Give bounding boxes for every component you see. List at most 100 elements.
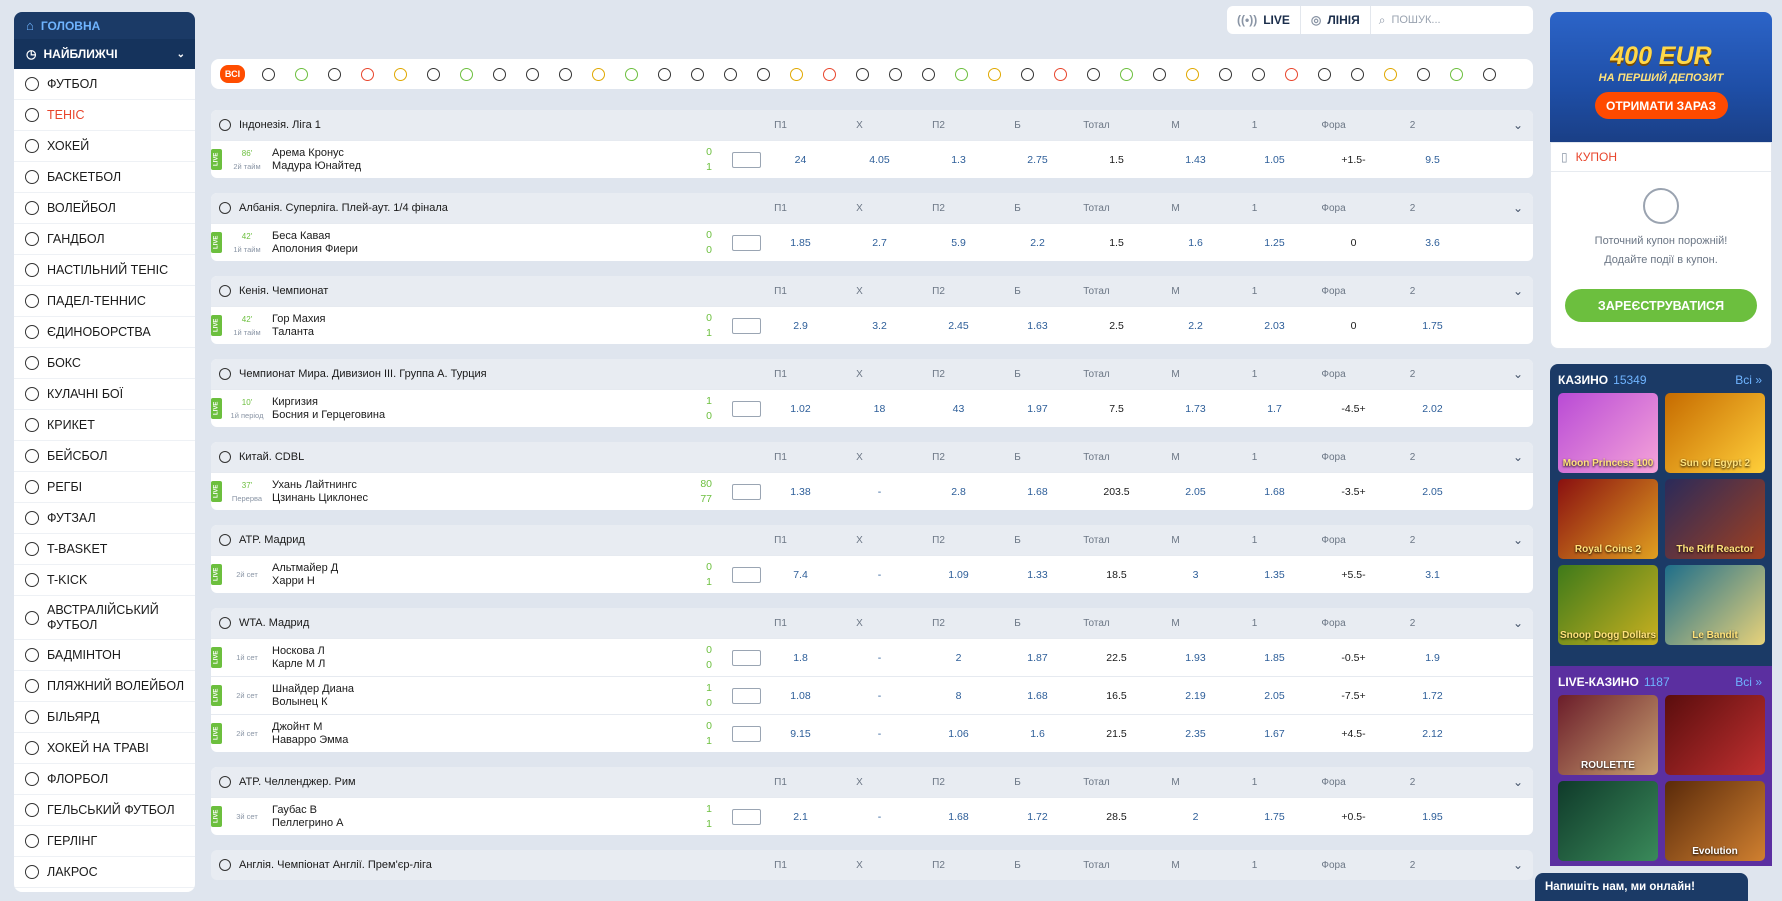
stats-icon[interactable] (732, 483, 761, 500)
stats-icon[interactable] (732, 687, 761, 704)
odd-button[interactable]: 1.95 (1393, 811, 1472, 823)
league-header[interactable]: Албанія. Суперліга. Плей-аут. 1/4 фінала… (211, 193, 1533, 223)
league-header[interactable]: ATP. Мадрид П1 X П2 Б Тотал М 1 Фора 2 ⌄ (211, 525, 1533, 555)
odd-button[interactable]: - (840, 690, 919, 702)
odd-button[interactable]: 1.87 (998, 652, 1077, 664)
odd-button[interactable]: 2.05 (1235, 690, 1314, 702)
odd-button[interactable]: 1.68 (919, 811, 998, 823)
casino-game-tile[interactable]: Moon Princess 100 (1558, 393, 1658, 473)
odd-button[interactable]: 2.05 (1393, 486, 1472, 498)
casino-game-tile[interactable]: Royal Coins 2 (1558, 479, 1658, 559)
event-row[interactable]: LIVE 86' 2й тайм Арема Кронус Мадура Юнайтед… (211, 140, 1533, 178)
sport-filter-icon[interactable] (483, 59, 516, 89)
odd-button[interactable]: 2 (1156, 811, 1235, 823)
odd-button[interactable]: 1.72 (1393, 690, 1472, 702)
odd-button[interactable]: 1.85 (1235, 652, 1314, 664)
odd-button[interactable]: 1.63 (998, 320, 1077, 332)
sidebar-item[interactable]: T-KICK (14, 565, 195, 596)
odd-button[interactable]: 1.6 (998, 728, 1077, 740)
odd-button[interactable]: 1.02 (761, 403, 840, 415)
chevron-down-icon[interactable]: ⌄ (1503, 616, 1533, 630)
odd-button[interactable]: 2.8 (919, 486, 998, 498)
sport-filter-icon[interactable] (582, 59, 615, 89)
odd-button[interactable]: 1.85 (761, 237, 840, 249)
stats-icon[interactable] (732, 725, 761, 742)
sidebar-item[interactable]: ГЕЛЬСЬКИЙ ФУТБОЛ (14, 795, 195, 826)
live-casino-tile[interactable]: Evolution (1665, 781, 1765, 861)
sport-filter-icon[interactable] (1044, 59, 1077, 89)
sidebar-item[interactable]: НАСТІЛЬНИЙ ТЕНІС (14, 255, 195, 286)
odd-button[interactable]: 2.2 (998, 237, 1077, 249)
event-row[interactable]: LIVE 37' Перерва Ухань Лайтнингс Цзинань Цик… (211, 472, 1533, 510)
sport-filter-icon[interactable] (714, 59, 747, 89)
odd-button[interactable]: 3.6 (1393, 237, 1472, 249)
sidebar-item[interactable]: ЄДИНОБОРСТВА (14, 317, 195, 348)
event-teams[interactable]: Киргизия Босния и Герцеговина (272, 396, 692, 422)
odd-button[interactable]: 2.05 (1156, 486, 1235, 498)
league-header[interactable]: Китай. CDBL П1 X П2 Б Тотал М 1 Фора 2 ⌄ (211, 442, 1533, 472)
league-header[interactable]: Англія. Чемпіонат Англії. Прем'єр-ліга П1… (211, 850, 1533, 880)
league-header[interactable]: Чемпионат Мира. Дивизион III. Группа А. … (211, 359, 1533, 389)
event-teams[interactable]: Джойнт М Наварро Эмма (272, 721, 692, 747)
sidebar-item[interactable]: ФУТЗАЛ (14, 503, 195, 534)
odd-button[interactable]: 18 (840, 403, 919, 415)
casino-game-tile[interactable]: Le Bandit (1665, 565, 1765, 645)
event-teams[interactable]: Альтмайер Д Харри Н (272, 562, 692, 588)
odd-button[interactable]: 1.25 (1235, 237, 1314, 249)
odd-button[interactable]: 2 (919, 652, 998, 664)
odd-button[interactable]: 1.9 (1393, 652, 1472, 664)
event-row[interactable]: LIVE 42' 1й тайм Гор Махия Таланта 0 1 2.9 3.2 2.… (211, 306, 1533, 344)
stats-icon[interactable] (732, 649, 761, 666)
odd-button[interactable]: 1.67 (1235, 728, 1314, 740)
odd-button[interactable]: 1.68 (998, 486, 1077, 498)
odd-button[interactable]: 5.9 (919, 237, 998, 249)
line-button[interactable]: ◎ ЛІНІЯ (1301, 6, 1371, 34)
event-row[interactable]: LIVE 2й сет Шнайдер Диана Волынец К 1 0 1.08-8… (211, 676, 1533, 714)
casino-all-link[interactable]: Всі » (1735, 373, 1762, 387)
odd-button[interactable]: 1.8 (761, 652, 840, 664)
sport-filter-icon[interactable] (681, 59, 714, 89)
chevron-down-icon[interactable]: ⌄ (1503, 533, 1533, 547)
odd-button[interactable]: 1.38 (761, 486, 840, 498)
event-teams[interactable]: Гор Махия Таланта (272, 313, 692, 339)
sidebar-item[interactable]: ПАДЕЛ-ТЕННИС (14, 286, 195, 317)
sport-filter-icon[interactable] (879, 59, 912, 89)
odd-button[interactable]: 3 (1156, 569, 1235, 581)
sidebar-item[interactable]: БОКС (14, 348, 195, 379)
sport-filter-icon[interactable] (1209, 59, 1242, 89)
chevron-down-icon[interactable]: ⌄ (1503, 367, 1533, 381)
sidebar-item[interactable]: БІЛЬЯРД (14, 702, 195, 733)
sport-filter-icon[interactable] (1308, 59, 1341, 89)
sport-filter-icon[interactable] (912, 59, 945, 89)
odd-button[interactable]: 1.43 (1156, 154, 1235, 166)
odd-button[interactable]: 4.05 (840, 154, 919, 166)
chevron-down-icon[interactable]: ⌄ (1503, 201, 1533, 215)
sport-filter-icon[interactable] (1440, 59, 1473, 89)
sport-filter-icon[interactable] (384, 59, 417, 89)
odd-button[interactable]: 1.3 (919, 154, 998, 166)
casino-game-tile[interactable]: Sun of Egypt 2 (1665, 393, 1765, 473)
odd-button[interactable]: - (840, 569, 919, 581)
stats-icon[interactable] (732, 808, 761, 825)
sidebar-item[interactable]: ТЕНІС (14, 100, 195, 131)
sport-filter-icon[interactable] (1143, 59, 1176, 89)
sport-filter-icon[interactable] (516, 59, 549, 89)
stats-icon[interactable] (732, 234, 761, 251)
sport-filter-icon[interactable] (780, 59, 813, 89)
all-sports-button[interactable]: ВСІ (220, 65, 245, 83)
event-row[interactable]: LIVE 10' 1й період Киргизия Босния и Герцего… (211, 389, 1533, 427)
sport-filter-icon[interactable] (450, 59, 483, 89)
chevron-down-icon[interactable]: ⌄ (1503, 284, 1533, 298)
odd-button[interactable]: 1.75 (1235, 811, 1314, 823)
live-button[interactable]: ((•)) LIVE (1227, 6, 1301, 34)
sidebar-item[interactable]: АВСТРАЛІЙСЬКИЙ ФУТБОЛ (14, 596, 195, 640)
event-teams[interactable]: Шнайдер Диана Волынец К (272, 683, 692, 709)
register-button[interactable]: ЗАРЕЄСТРУВАТИСЯ (1565, 289, 1757, 322)
sport-filter-icon[interactable] (351, 59, 384, 89)
event-teams[interactable]: Ухань Лайтнингс Цзинань Циклонес (272, 479, 692, 505)
sport-filter-icon[interactable] (615, 59, 648, 89)
sport-filter-icon[interactable] (1374, 59, 1407, 89)
event-teams[interactable]: Арема Кронус Мадура Юнайтед (272, 147, 692, 173)
sport-filter-icon[interactable] (945, 59, 978, 89)
event-teams[interactable]: Носкова Л Карле М Л (272, 645, 692, 671)
